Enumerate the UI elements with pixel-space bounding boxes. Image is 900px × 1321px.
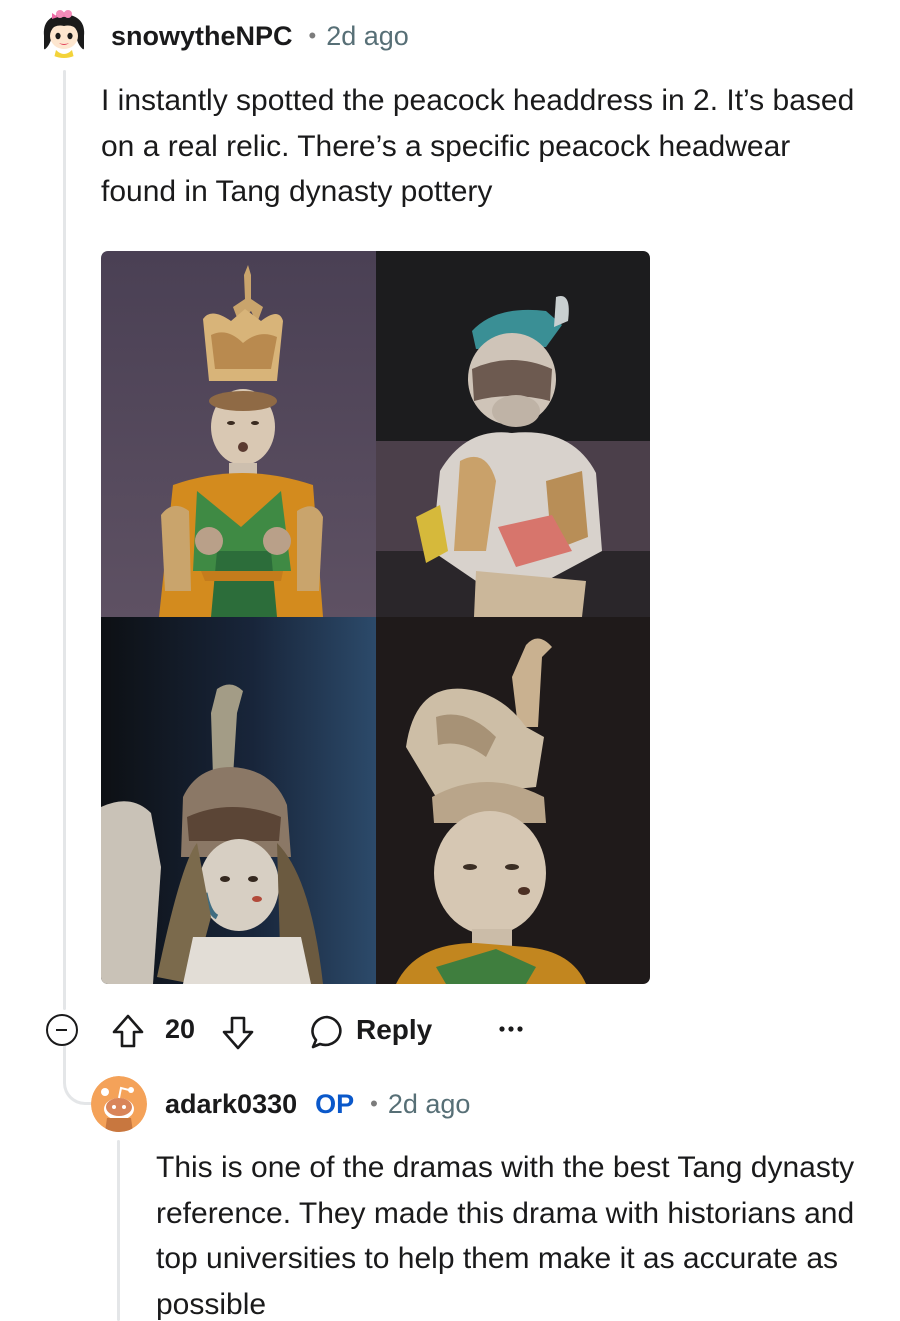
more-options-icon[interactable] xyxy=(498,1024,524,1034)
reply-text: This is one of the dramas with the best … xyxy=(156,1151,855,1321)
comment-timestamp[interactable]: 2d ago xyxy=(326,21,409,52)
tang-figurine-bird-hat-icon xyxy=(101,617,376,984)
reply-user-avatar[interactable] xyxy=(91,1076,147,1132)
gallery-image-1[interactable] xyxy=(101,251,376,617)
comment-image-gallery[interactable] xyxy=(101,251,650,984)
user-avatar[interactable] xyxy=(38,6,90,58)
reply-meta: adark0330 OP • 2d ago xyxy=(165,1084,470,1124)
reply-username[interactable]: adark0330 xyxy=(165,1089,297,1120)
thread-line[interactable] xyxy=(63,70,66,1010)
gallery-image-4[interactable] xyxy=(376,617,650,984)
snoo-avatar-icon xyxy=(91,1076,147,1132)
reply-button[interactable]: Reply xyxy=(356,1014,432,1046)
upvote-arrow-icon[interactable] xyxy=(110,1012,146,1050)
meta-separator: • xyxy=(308,23,317,48)
reply-timestamp[interactable]: 2d ago xyxy=(388,1089,471,1120)
gallery-image-3[interactable] xyxy=(101,617,376,984)
downvote-arrow-icon[interactable] xyxy=(220,1014,256,1052)
reply-bubble-icon[interactable] xyxy=(308,1013,346,1051)
comment-meta: snowytheNPC • 2d ago xyxy=(111,16,409,56)
anime-girl-avatar-icon xyxy=(38,6,90,58)
comment-thread: snowytheNPC • 2d ago I instantly spotted… xyxy=(0,0,900,1321)
meta-separator: • xyxy=(370,1091,378,1116)
gallery-image-2[interactable] xyxy=(376,251,650,617)
reply-thread-line[interactable] xyxy=(117,1140,120,1321)
comment-username[interactable]: snowytheNPC xyxy=(111,21,293,52)
comment-text: I instantly spotted the peacock headdres… xyxy=(101,84,855,208)
collapse-thread-button[interactable] xyxy=(46,1014,78,1046)
tang-figurine-peacock-headdress-icon xyxy=(101,251,376,617)
comment-action-bar: 20 Reply xyxy=(46,1006,546,1056)
op-badge: OP xyxy=(315,1088,355,1119)
tang-figurine-blue-cap-icon xyxy=(376,251,650,617)
tang-figurine-peacock-crown-icon xyxy=(376,617,650,984)
vote-count: 20 xyxy=(165,1014,196,1044)
